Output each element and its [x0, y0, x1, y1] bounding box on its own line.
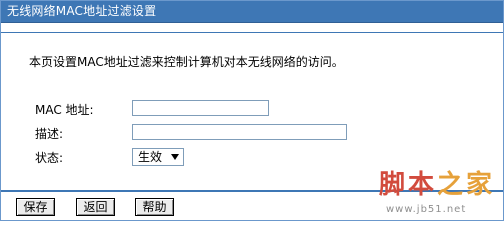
watermark-char-3: 之	[437, 170, 467, 200]
chevron-down-icon	[171, 154, 179, 160]
description-input[interactable]	[132, 124, 347, 140]
settings-panel: 无线网络MAC地址过滤设置 本页设置MAC地址过滤来控制计算机对本无线网络的访问…	[0, 0, 504, 221]
help-button[interactable]: 帮助	[135, 198, 174, 216]
watermark-url: www.jb51.net	[386, 204, 467, 215]
status-label: 状态:	[35, 151, 64, 165]
watermark-char-4: 家	[466, 170, 496, 200]
mac-address-input[interactable]	[132, 100, 269, 116]
top-divider	[1, 32, 503, 33]
intro-text: 本页设置MAC地址过滤来控制计算机对本无线网络的访问。	[29, 55, 344, 69]
mac-address-label: MAC 地址:	[35, 103, 94, 117]
description-label: 描述:	[35, 127, 64, 141]
back-button[interactable]: 返回	[76, 198, 115, 216]
save-button[interactable]: 保存	[16, 198, 55, 216]
watermark-char-2: 本	[408, 170, 438, 200]
title-bar: 无线网络MAC地址过滤设置	[1, 1, 503, 23]
status-select[interactable]: 生效	[132, 148, 184, 166]
watermark-logo: 脚本之家	[379, 171, 495, 199]
watermark-char-1: 脚	[379, 170, 409, 200]
page-title: 无线网络MAC地址过滤设置	[7, 4, 157, 18]
status-selected-value: 生效	[138, 150, 163, 164]
